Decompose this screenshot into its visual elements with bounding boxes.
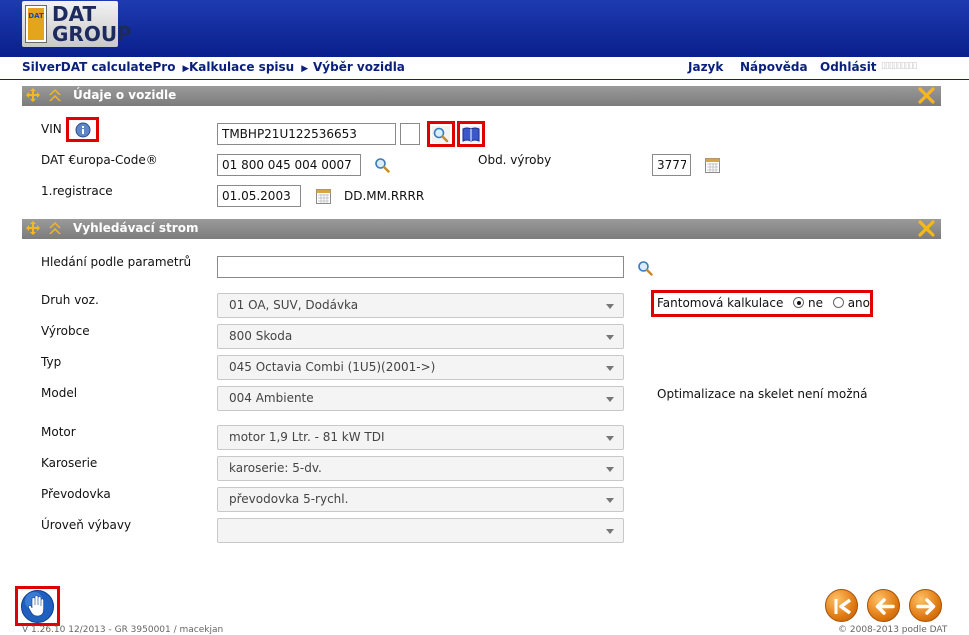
body-label: Karoserie [41,456,98,470]
phantom-calculation-label: Fantomová kalkulace [657,296,784,310]
dat-code-search-icon[interactable] [374,157,390,173]
production-period-input[interactable] [652,154,691,176]
skip-back-icon [834,598,852,615]
vin-search-icon[interactable] [432,126,450,143]
model-label: Model [41,386,78,400]
model-select[interactable]: 004 Ambiente [217,386,624,411]
phantom-calculation-group: Fantomová kalkulace ne ano [657,296,870,310]
search-tree-section-header: Vyhledávací strom [22,219,941,239]
first-page-button[interactable] [825,589,858,622]
vin-extra-input[interactable] [400,123,420,145]
engine-label: Motor [41,425,76,439]
vehicle-kind-label: Druh voz. [41,293,99,307]
dropdown-caret-icon [606,397,614,402]
logo-text: DAT GROUP [52,2,132,46]
version-info: V 1.26.10 12/2013 - GR 3950001 / macekja… [22,625,224,635]
back-button[interactable] [867,589,900,622]
vehicle-section-title: Údaje o vozidle [73,88,177,102]
type-select[interactable]: 045 Octavia Combi (1U5)(2001->) [217,355,624,380]
phantom-no-label: ne [808,296,824,310]
nav-odhlasit[interactable]: Odhlásit [820,60,877,74]
body-select[interactable]: karoserie: 5-dv. [217,456,624,481]
dropdown-caret-icon [606,467,614,472]
copyright: © 2008-2013 podle DAT [838,625,948,635]
registration-label: 1.registrace [41,184,113,198]
nav-vyber-vozidla[interactable]: Výběr vozidla [313,60,405,74]
collapse-icon[interactable] [48,88,62,102]
param-search-input[interactable] [217,256,624,278]
nav-silverdat[interactable]: SilverDAT calculatePro ▶ [22,60,189,74]
collapse-icon[interactable] [48,221,62,235]
dropdown-caret-icon [606,304,614,309]
calendar-icon[interactable] [705,158,720,173]
info-icon[interactable] [75,122,91,138]
vehicle-section-header: Údaje o vozidle [22,86,941,106]
dropdown-caret-icon [606,436,614,441]
arrow-left-icon [875,598,895,615]
type-label: Typ [41,355,62,369]
dat-logo-badge: DAT [25,5,47,43]
equipment-level-select[interactable] [217,518,624,543]
forward-button[interactable] [909,589,942,622]
phantom-no-radio[interactable] [793,297,805,308]
dropdown-caret-icon [606,335,614,340]
transmission-label: Převodovka [41,487,111,501]
book-icon[interactable] [462,126,480,143]
equipment-level-label: Úroveň výbavy [41,518,132,532]
top-header: DAT DAT GROUP [0,0,969,57]
dat-code-input[interactable] [217,154,361,176]
param-search-label: Hledání podle parametrů [41,255,192,269]
skeleton-optimization-note: Optimalizace na skelet není možná [657,387,868,401]
dropdown-caret-icon [606,529,614,534]
vehicle-kind-select[interactable]: 01 OA, SUV, Dodávka [217,293,624,318]
close-icon[interactable] [918,87,935,104]
registration-date-input[interactable] [217,185,301,207]
calendar-icon[interactable] [316,189,331,204]
vin-input[interactable] [217,123,396,145]
dropdown-caret-icon [606,366,614,371]
move-icon[interactable] [26,221,40,235]
dropdown-caret-icon [606,498,614,503]
phantom-yes-label: ano [847,296,871,310]
nav-kalkulace-spisu[interactable]: Kalkulace spisu ▶ [189,60,308,74]
chevron-right-icon: ▶ [301,64,309,74]
vin-label: VIN [41,122,62,136]
manufacturer-select[interactable]: 800 Skoda [217,324,624,349]
move-icon[interactable] [26,88,40,102]
manufacturer-label: Výrobce [41,324,90,338]
close-icon[interactable] [918,220,935,237]
nav-napoveda[interactable]: Nápověda [740,60,808,74]
hand-cursor-icon[interactable] [21,590,54,623]
nav-jazyk[interactable]: Jazyk [688,60,723,74]
navigation-bar: SilverDAT calculatePro ▶ Kalkulace spisu ▶… [0,58,969,80]
param-search-icon[interactable] [637,260,653,276]
phantom-yes-radio[interactable] [832,297,844,308]
search-tree-section-title: Vyhledávací strom [73,221,199,235]
dat-code-label: DAT €uropa-Code® [41,153,158,167]
date-format-hint: DD.MM.RRRR [344,189,425,203]
production-period-label: Obd. výroby [478,153,552,167]
status-dots: ▯▯▯▯▯▯▯▯▯ [881,61,918,71]
dat-group-logo[interactable]: DAT DAT GROUP [22,1,132,47]
engine-select[interactable]: motor 1,9 Ltr. - 81 kW TDI [217,425,624,450]
arrow-right-icon [916,598,936,615]
transmission-select[interactable]: převodovka 5-rychl. [217,487,624,512]
